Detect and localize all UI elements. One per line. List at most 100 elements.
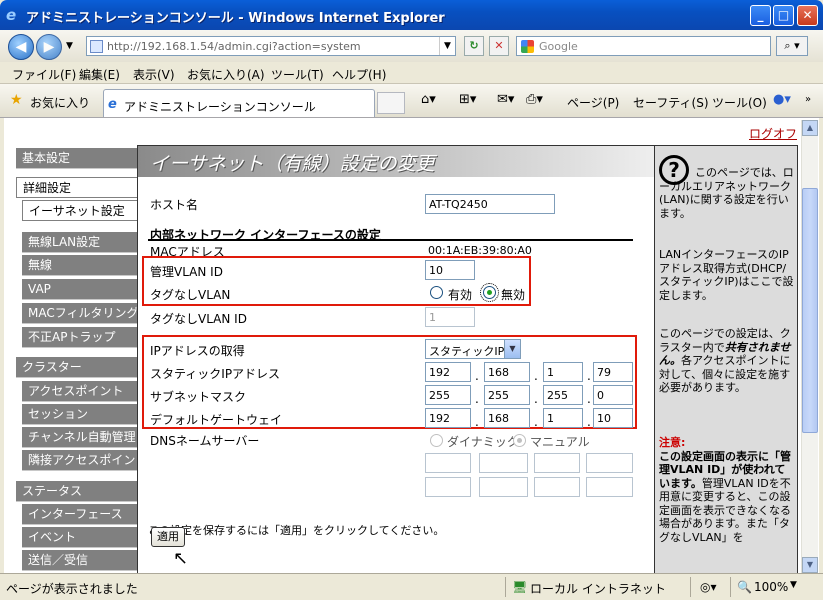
back-button[interactable]: ◀: [8, 34, 34, 60]
zoom-icon[interactable]: 🔍: [737, 580, 752, 594]
untagged-vlan-id-field[interactable]: 1: [425, 307, 475, 327]
favorites-button[interactable]: お気に入り: [30, 94, 90, 111]
static-ip-octet-4[interactable]: 79: [593, 362, 633, 382]
help-icon[interactable]: ●▾: [773, 92, 791, 107]
sidebar-item-mac-filter[interactable]: MACフィルタリング: [22, 303, 139, 324]
hostname-field[interactable]: AT-TQ2450: [425, 194, 555, 214]
safety-menu[interactable]: セーフティ(S): [633, 94, 709, 111]
help-paragraph-3: このページでの設定は、クラスター内で共有されません。各アクセスポイントに対して、…: [659, 327, 791, 394]
page-icon: [90, 40, 103, 53]
section-divider: [148, 239, 633, 241]
mgmt-vlan-label: 管理VLAN ID: [150, 265, 223, 279]
dns-manual-radio[interactable]: [513, 434, 526, 447]
menu-help[interactable]: ヘルプ(H): [332, 66, 386, 83]
gateway-octet-3[interactable]: 1: [543, 408, 583, 428]
address-bar[interactable]: http://192.168.1.54/admin.cgi?action=sys…: [86, 36, 456, 56]
subnet-octet-4[interactable]: 0: [593, 385, 633, 405]
sidebar-item-rogue-ap[interactable]: 不正APトラップ: [22, 327, 137, 348]
help-paragraph-2: LANインターフェースのIPアドレス取得方式(DHCP/スタティックIP)はここ…: [659, 248, 794, 302]
chevron-down-icon[interactable]: ▼: [504, 340, 520, 358]
sidebar-item-vap[interactable]: VAP: [22, 279, 137, 300]
dns1-octet-3[interactable]: [534, 453, 580, 473]
sidebar-item-interfaces[interactable]: インターフェース: [22, 504, 137, 525]
ip-mode-select[interactable]: スタティックIP ▼: [425, 339, 521, 359]
sidebar-item-access-points[interactable]: アクセスポイント: [22, 381, 137, 402]
dns1-octet-4[interactable]: [586, 453, 633, 473]
gateway-octet-1[interactable]: 192: [425, 408, 471, 428]
mail-icon[interactable]: ✉▾: [497, 92, 514, 107]
tab-ie-icon: e: [108, 97, 117, 112]
sidebar-item-ethernet[interactable]: イーサネット設定: [22, 200, 137, 221]
scroll-thumb[interactable]: [802, 188, 818, 433]
address-input[interactable]: http://192.168.1.54/admin.cgi?action=sys…: [107, 40, 361, 53]
protected-mode-icon[interactable]: ◎▾: [700, 580, 717, 594]
stop-button[interactable]: ✕: [489, 36, 509, 56]
sidebar-item-wireless[interactable]: 無線: [22, 255, 137, 276]
dns-dynamic-radio[interactable]: [430, 434, 443, 447]
menu-favorites[interactable]: お気に入り(A): [187, 66, 265, 83]
subnet-octet-2[interactable]: 255: [484, 385, 530, 405]
search-input[interactable]: Google: [539, 40, 578, 53]
static-ip-octet-2[interactable]: 168: [484, 362, 530, 382]
menu-file[interactable]: ファイル(F): [12, 66, 76, 83]
address-dropdown-icon[interactable]: ▼: [439, 37, 455, 55]
minimize-button[interactable]: _: [750, 5, 771, 26]
untagged-enabled-radio[interactable]: [430, 286, 443, 299]
browser-tab[interactable]: e アドミニストレーションコンソール: [103, 89, 375, 117]
static-ip-label: スタティックIPアドレス: [150, 367, 281, 381]
forward-button[interactable]: ▶: [36, 34, 62, 60]
subnet-octet-3[interactable]: 255: [543, 385, 583, 405]
home-icon[interactable]: ⌂▾: [421, 92, 436, 107]
dns2-octet-3[interactable]: [534, 477, 580, 497]
zoom-level[interactable]: 100%: [754, 580, 788, 594]
sidebar-item-basic[interactable]: 基本設定: [16, 148, 137, 169]
favorites-star-icon[interactable]: ★: [10, 92, 23, 108]
maximize-button[interactable]: □: [773, 5, 794, 26]
gateway-octet-4[interactable]: 10: [593, 408, 633, 428]
scroll-up-icon[interactable]: ▲: [802, 120, 818, 136]
close-button[interactable]: ✕: [797, 5, 818, 26]
sidebar-item-neighbor-ap[interactable]: 隣接アクセスポイント: [22, 450, 147, 471]
favorites-bar: ★ お気に入り e アドミニストレーションコンソール ⌂▾ ⊞▾ ✉▾ ⎙▾ ペ…: [0, 84, 823, 118]
history-dropdown-icon[interactable]: ▼: [66, 41, 73, 51]
sidebar-item-wlan[interactable]: 無線LAN設定: [22, 232, 137, 253]
scroll-down-icon[interactable]: ▼: [802, 557, 818, 573]
subnet-octet-1[interactable]: 255: [425, 385, 471, 405]
mgmt-vlan-field[interactable]: 10: [425, 260, 475, 280]
dns2-octet-4[interactable]: [586, 477, 633, 497]
sidebar-item-status[interactable]: ステータス: [16, 481, 137, 502]
tools-menu[interactable]: ツール(O): [712, 94, 767, 111]
page-menu[interactable]: ページ(P): [567, 94, 619, 111]
sidebar-item-cluster[interactable]: クラスター: [16, 357, 137, 378]
dns1-octet-1[interactable]: [425, 453, 471, 473]
gateway-octet-2[interactable]: 168: [484, 408, 530, 428]
overflow-chevron-icon[interactable]: »: [805, 94, 811, 105]
vertical-scrollbar[interactable]: ▲ ▼: [801, 120, 818, 573]
logout-link[interactable]: ログオフ: [749, 125, 797, 142]
title-bar: e アドミニストレーションコンソール - Windows Internet Ex…: [0, 0, 823, 30]
static-ip-octet-3[interactable]: 1: [543, 362, 583, 382]
refresh-button[interactable]: ↻: [464, 36, 484, 56]
sidebar-item-tx-rx[interactable]: 送信／受信: [22, 550, 137, 571]
untagged-enabled-label: 有効: [448, 288, 473, 302]
dns2-octet-2[interactable]: [479, 477, 528, 497]
apply-button[interactable]: 適用: [151, 527, 185, 547]
dns2-octet-1[interactable]: [425, 477, 471, 497]
menu-tools[interactable]: ツール(T): [271, 66, 324, 83]
menu-edit[interactable]: 編集(E): [79, 66, 120, 83]
menu-view[interactable]: 表示(V): [133, 66, 175, 83]
sidebar-item-channel-mgmt[interactable]: チャンネル自動管理: [22, 427, 137, 448]
static-ip-octet-1[interactable]: 192: [425, 362, 471, 382]
untagged-disabled-radio[interactable]: [480, 283, 499, 302]
search-box[interactable]: Google: [516, 36, 771, 56]
sidebar-item-sessions[interactable]: セッション: [22, 404, 137, 425]
new-tab-button[interactable]: [377, 92, 405, 114]
print-icon[interactable]: ⎙▾: [526, 92, 543, 107]
search-button[interactable]: ⌕ ▾: [776, 36, 808, 56]
sidebar-item-events[interactable]: イベント: [22, 527, 137, 548]
dns1-octet-2[interactable]: [479, 453, 528, 473]
sidebar-item-advanced[interactable]: 詳細設定: [16, 177, 137, 198]
feeds-icon[interactable]: ⊞▾: [459, 92, 476, 107]
dns-dynamic-label: ダイナミック: [447, 435, 519, 449]
zoom-dropdown-icon[interactable]: ▼: [790, 580, 797, 590]
